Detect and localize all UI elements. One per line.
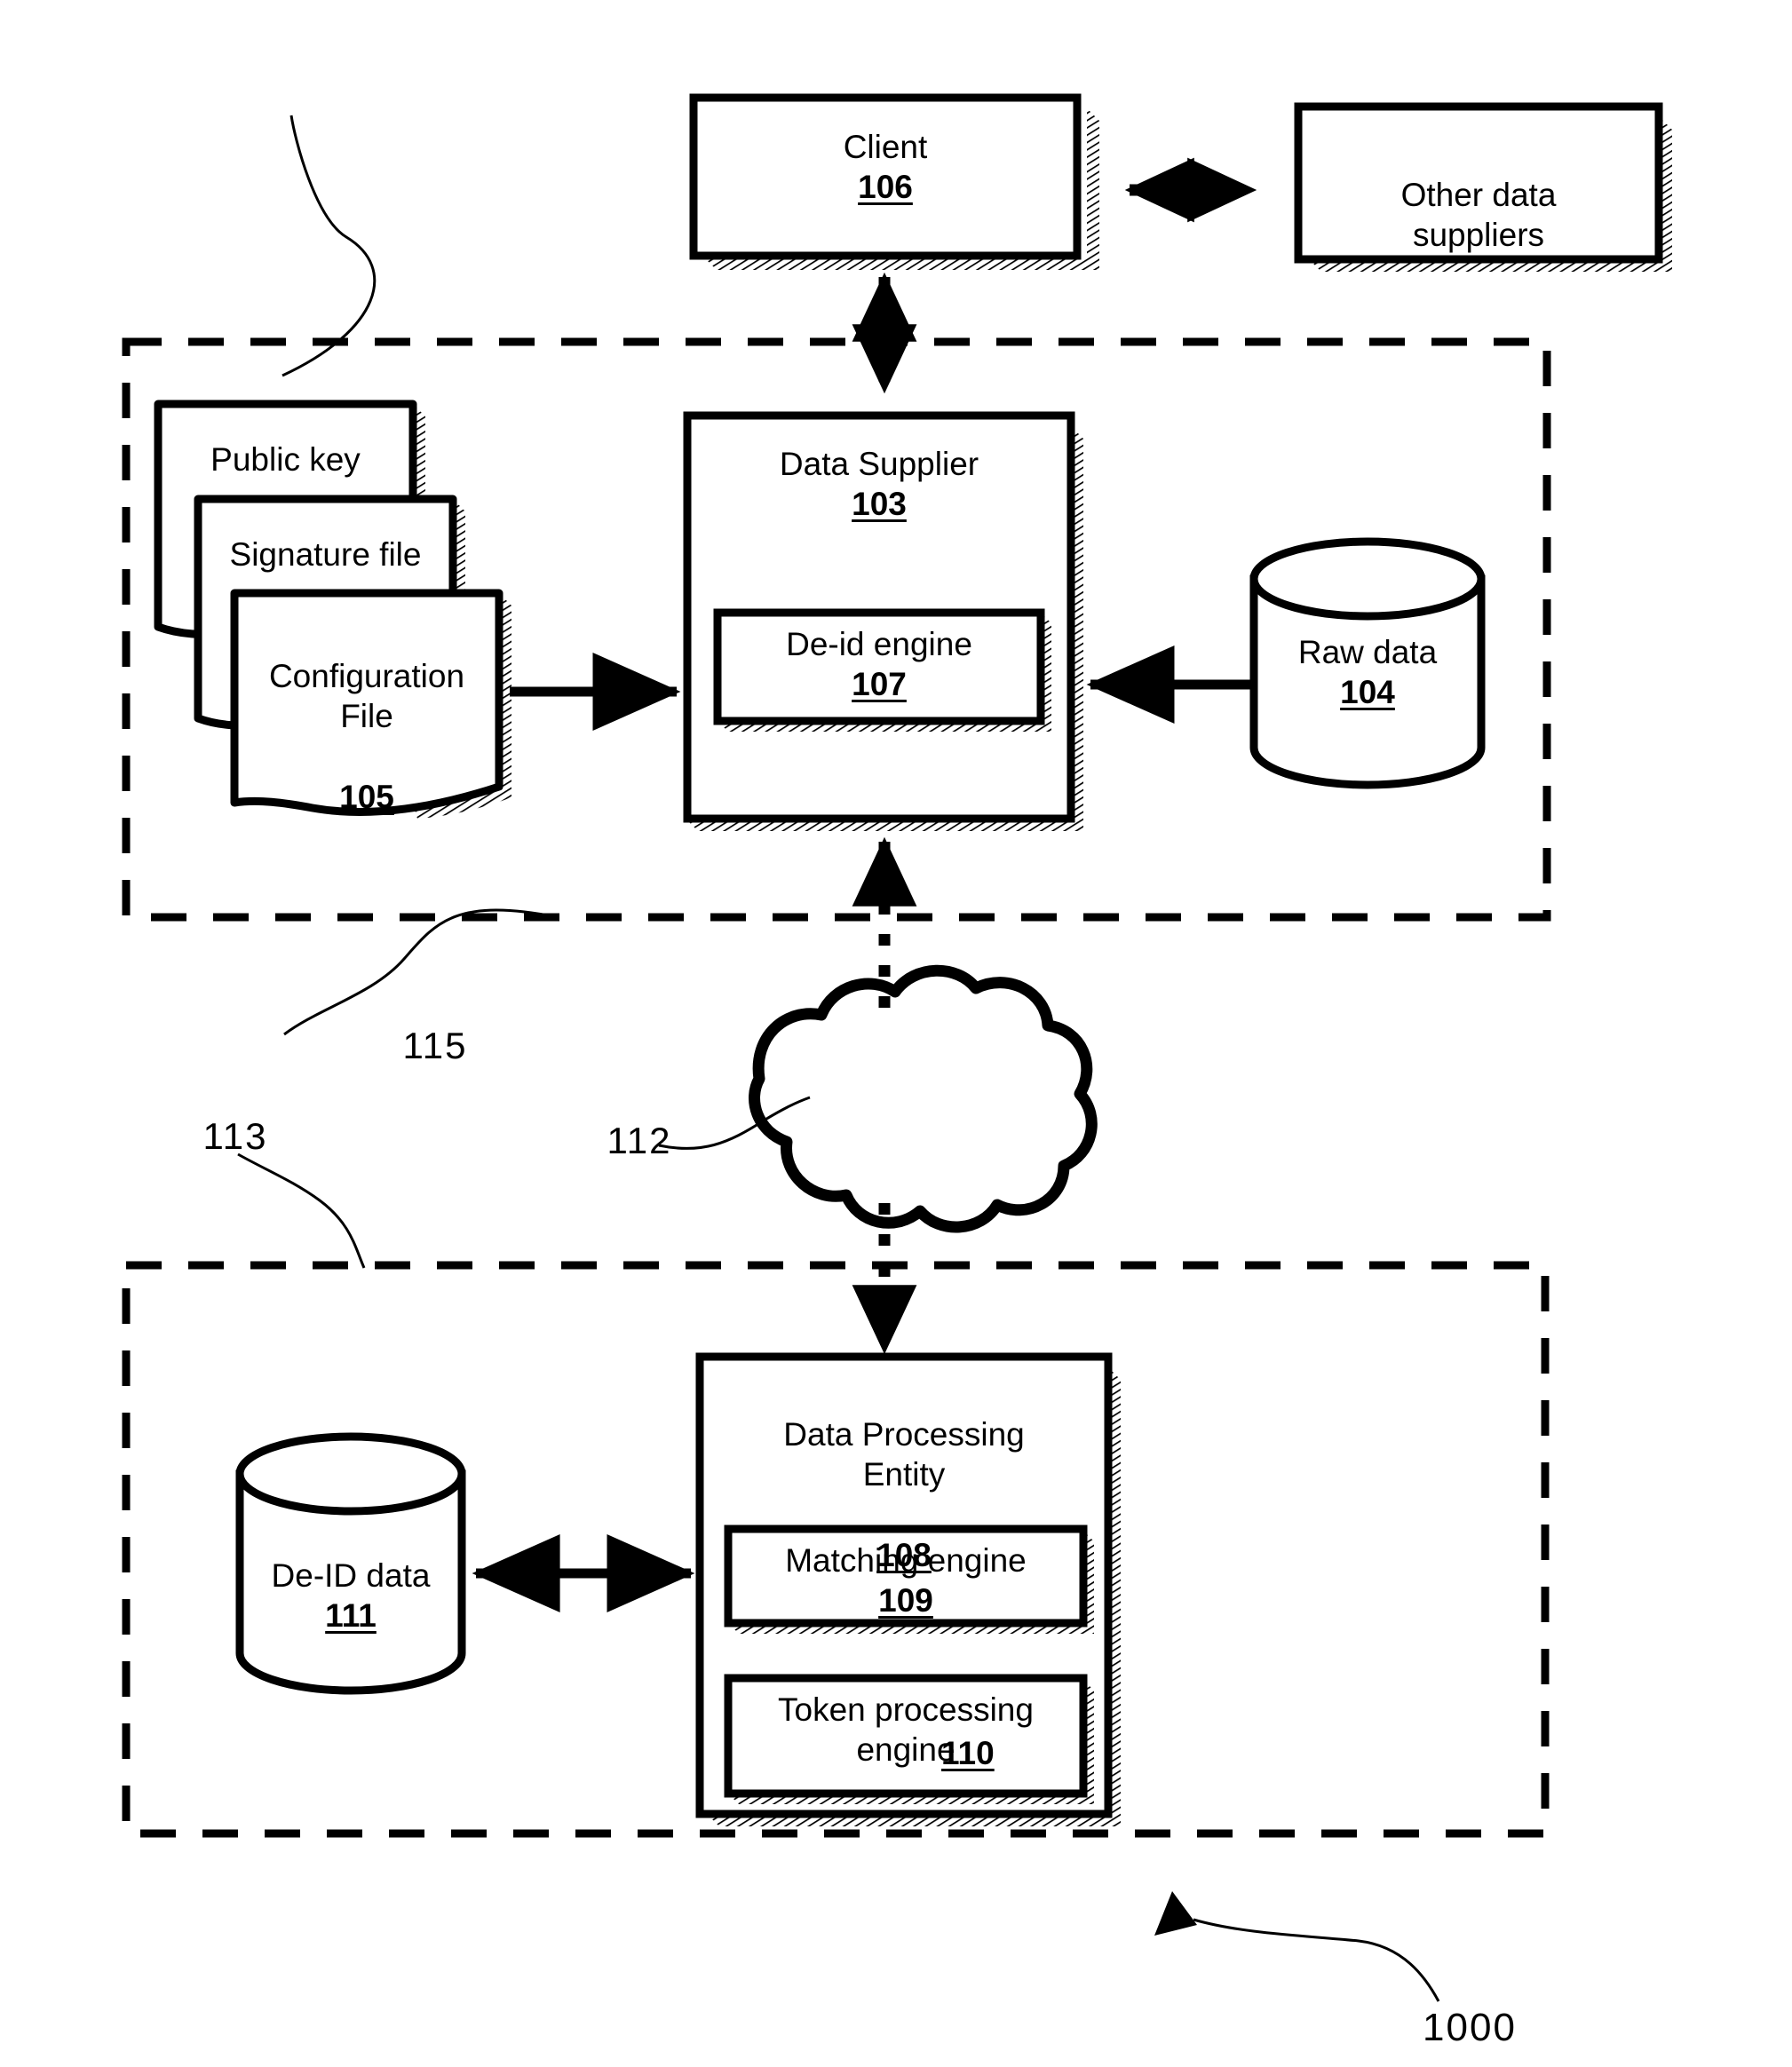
token-processing-engine-ref: 110 — [941, 1735, 995, 1771]
de-id-data-label-group: De-ID data 111 — [240, 1556, 462, 1635]
configuration-file-label: Configuration File — [268, 658, 465, 735]
client-ref: 106 — [858, 169, 913, 206]
data-supplier-label: Data Supplier — [779, 446, 979, 482]
data-processing-entity-label: Data Processing Entity — [783, 1416, 1025, 1493]
de-id-engine-ref: 107 — [852, 666, 907, 703]
figure-1000-leader — [1154, 1891, 1440, 2002]
client-label-group: Client 106 — [694, 127, 1077, 207]
data-supplier-ref: 103 — [852, 486, 907, 523]
data-supplier-label-group: Data Supplier 103 — [687, 444, 1071, 524]
matching-engine-label: Matching engine — [785, 1542, 1027, 1579]
de-id-engine-label-group: De-id engine 107 — [718, 624, 1041, 704]
raw-data-label-group: Raw data 104 — [1254, 632, 1481, 712]
raw-data-ref: 104 — [1340, 674, 1395, 711]
patent-figure-canvas: Client 106 Other data suppliers Public k… — [0, 0, 1792, 2067]
matching-engine-ref: 109 — [878, 1582, 933, 1620]
client-label: Client — [843, 129, 928, 165]
raw-data-label: Raw data — [1297, 634, 1438, 670]
matching-engine-label-group: Matching engine 109 — [728, 1540, 1083, 1620]
de-id-data-ref: 111 — [325, 1597, 377, 1635]
other-suppliers-label-group: Other data suppliers — [1298, 135, 1659, 296]
public-key-label: Public key — [210, 441, 361, 478]
public-key-label-group: Public key — [158, 440, 413, 479]
leader-113 — [237, 1152, 366, 1269]
leader-line-115 — [281, 115, 377, 377]
leader-115 — [283, 908, 559, 1036]
configuration-file-ref: 105 — [339, 778, 394, 815]
token-processing-engine-ref-group: 110 — [941, 1733, 1048, 1773]
signature-file-label: Signature file — [229, 536, 422, 573]
signature-file-label-group: Signature file — [198, 535, 453, 574]
de-id-data-label: De-ID data — [271, 1557, 431, 1594]
configuration-file-label-group: Configuration File 105 — [234, 616, 499, 857]
other-suppliers-label: Other data suppliers — [1400, 177, 1557, 254]
de-id-engine-label: De-id engine — [786, 626, 972, 662]
